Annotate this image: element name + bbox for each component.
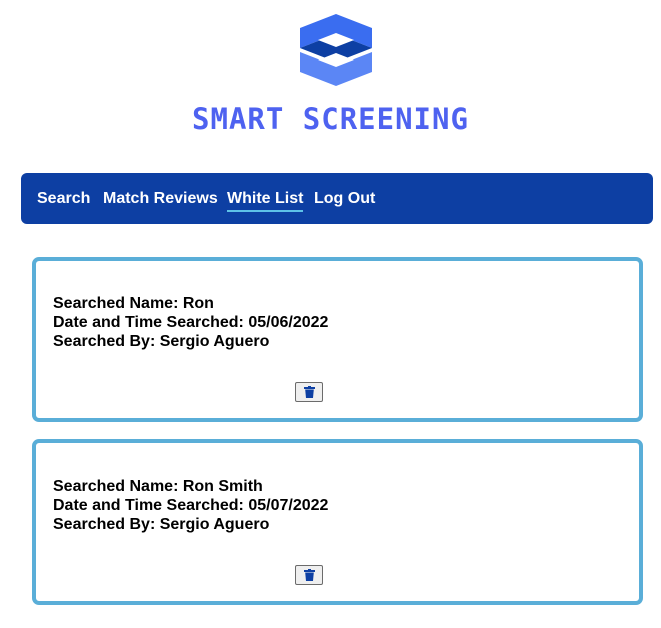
delete-button[interactable] (295, 382, 323, 402)
delete-button[interactable] (295, 565, 323, 585)
brand-name: SMART SCREENING (192, 102, 469, 136)
nav-item-match-reviews[interactable]: Match Reviews (103, 189, 218, 209)
nav-item-search[interactable]: Search (37, 189, 90, 209)
main-navbar: Search Match Reviews White List Log Out (21, 173, 653, 224)
searched-by: Searched By: Sergio Aguero (53, 516, 270, 533)
searched-name: Searched Name: Ron Smith (53, 478, 263, 495)
brand-logo: SMART SCREENING (0, 0, 661, 150)
nav-item-log-out[interactable]: Log Out (314, 189, 375, 209)
white-list-card: Searched Name: Ron Smith Date and Time S… (32, 439, 643, 605)
date-time-searched: Date and Time Searched: 05/07/2022 (53, 497, 329, 514)
white-list-card: Searched Name: Ron Date and Time Searche… (32, 257, 643, 422)
trash-icon (304, 386, 315, 398)
searched-name: Searched Name: Ron (53, 295, 214, 312)
nav-item-white-list[interactable]: White List (227, 189, 304, 212)
date-time-searched: Date and Time Searched: 05/06/2022 (53, 314, 329, 331)
searched-by: Searched By: Sergio Aguero (53, 333, 270, 350)
s-cube-logo-icon (300, 14, 372, 86)
trash-icon (304, 569, 315, 581)
